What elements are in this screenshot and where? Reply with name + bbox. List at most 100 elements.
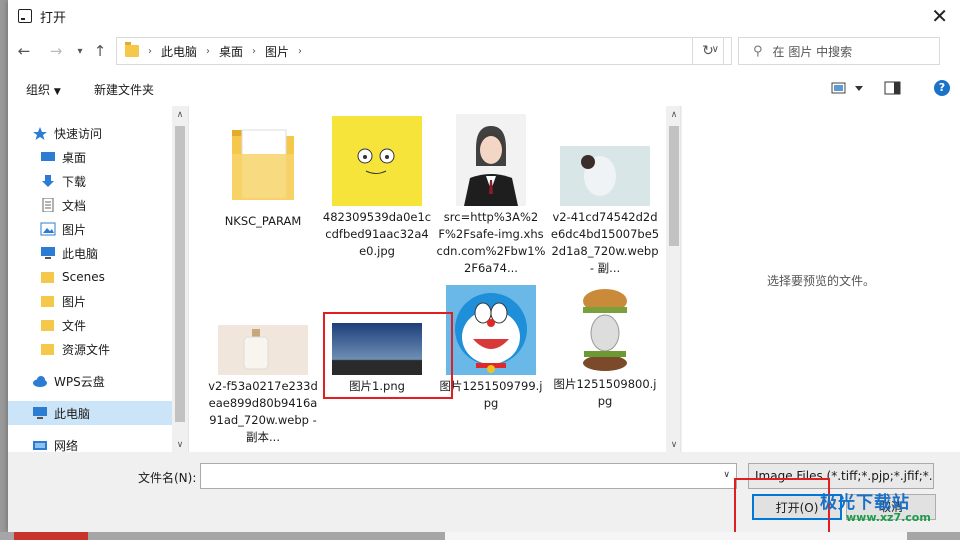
cloud-icon <box>32 374 48 388</box>
computer-icon <box>32 406 48 420</box>
sidebar-item-desktop[interactable]: 桌面 📌 <box>8 145 188 169</box>
photo-thumbnail <box>560 146 650 206</box>
file-list-scroll-thumb[interactable] <box>669 126 679 246</box>
sidebar-item-downloads[interactable]: 下载 📌 <box>8 169 188 193</box>
search-placeholder: 在 图片 中搜索 <box>772 44 853 59</box>
folder-icon <box>40 318 56 332</box>
folder-icon <box>40 342 56 356</box>
spongebob-thumbnail <box>332 116 422 206</box>
sidebar-item-this-pc-pinned[interactable]: 此电脑 📌 <box>8 241 188 265</box>
chevron-right-icon: › <box>298 45 303 57</box>
file-name: v2-41cd74542d2de6dc4bd15007be52d1a8_720w… <box>550 210 660 275</box>
sidebar-item-label: 网络 <box>54 438 79 453</box>
chevron-down-icon[interactable]: ∨ <box>723 470 730 480</box>
sidebar-item-scenes[interactable]: Scenes <box>8 265 188 289</box>
sidebar-item-network[interactable]: 网络 <box>8 433 188 453</box>
filename-input[interactable]: ∨ <box>200 463 737 489</box>
sidebar-item-label: 此电脑 <box>62 246 99 261</box>
sidebar-scroll-thumb[interactable] <box>175 126 185 422</box>
app-icon <box>18 9 32 23</box>
download-icon <box>40 174 56 188</box>
organize-button[interactable]: 组织 ▼ <box>26 81 61 98</box>
title-bar: 打开 ✕ <box>8 0 960 32</box>
back-arrow-icon[interactable]: ← <box>14 41 34 61</box>
chevron-down-icon: ▼ <box>53 87 61 97</box>
sidebar-item-label: 桌面 <box>62 150 87 165</box>
preview-pane-button[interactable] <box>884 80 902 99</box>
address-bar[interactable]: › 此电脑 › 桌面 › 图片 › ∨ <box>116 37 732 65</box>
file-name: 图片1251509800.jpg <box>553 377 657 408</box>
new-folder-button[interactable]: 新建文件夹 <box>94 81 154 98</box>
breadcrumb-pictures[interactable]: 图片 <box>265 43 289 60</box>
sidebar-item-label: 图片 <box>62 294 87 309</box>
command-bar: 组织 ▼ 新建文件夹 ? <box>8 76 960 102</box>
folder-icon <box>40 294 56 308</box>
sidebar-item-label: WPS云盘 <box>54 374 105 389</box>
breadcrumb-desktop[interactable]: 桌面 <box>219 43 243 60</box>
sidebar-item-wps-cloud[interactable]: WPS云盘 <box>8 369 188 393</box>
up-arrow-icon[interactable]: ↑ <box>90 41 110 61</box>
watermark-line2: www.xz7.com <box>846 511 931 524</box>
file-name: src=http%3A%2F%2Fsafe-img.xhscdn.com%2Fb… <box>436 210 546 275</box>
burger-cat-thumbnail <box>570 281 640 373</box>
sidebar-scrollbar[interactable]: ∧ ∨ <box>172 106 188 452</box>
sidebar-item-quick-access[interactable]: 快速访问 <box>8 121 188 145</box>
sidebar-item-documents[interactable]: 文档 📌 <box>8 193 188 217</box>
window-title: 打开 <box>40 10 67 26</box>
file-item-1251509800[interactable]: 图片1251509800.jpg <box>550 281 660 410</box>
recent-chevron-down-icon[interactable]: ▾ <box>70 41 90 61</box>
file-list: NKSC_PARAM 482309539da0e1ccdfbed91aac32a… <box>190 106 682 452</box>
file-item-xhscdn[interactable]: src=http%3A%2F%2Fsafe-img.xhscdn.com%2Fb… <box>436 114 546 277</box>
file-item-spongebob[interactable]: 482309539da0e1ccdfbed91aac32a4e0.jpg <box>322 114 432 260</box>
picture-icon <box>40 222 56 236</box>
preview-empty-text: 选择要预览的文件。 <box>766 274 875 288</box>
sidebar-item-pictures[interactable]: 图片 📌 <box>8 217 188 241</box>
sidebar-item-label: 快速访问 <box>54 126 103 141</box>
file-name: 482309539da0e1ccdfbed91aac32a4e0.jpg <box>322 210 432 258</box>
view-icon <box>831 82 863 94</box>
document-icon <box>40 197 56 213</box>
scroll-up-icon[interactable]: ∧ <box>172 110 188 120</box>
highlight-box-selected-file <box>323 312 453 399</box>
sidebar-item-pictures-folder[interactable]: 图片 <box>8 289 188 313</box>
file-name: NKSC_PARAM <box>224 214 302 228</box>
refresh-button[interactable]: ↻ <box>692 37 724 65</box>
sidebar-item-resources[interactable]: 资源文件 <box>8 337 188 361</box>
sidebar-item-label: 文件 <box>62 318 87 333</box>
search-box[interactable]: ⚲ 在 图片 中搜索 <box>738 37 940 65</box>
file-item-nksc-param[interactable]: NKSC_PARAM <box>208 114 318 230</box>
desktop-icon <box>40 150 56 164</box>
computer-icon <box>40 246 56 260</box>
file-item-v2-f53a[interactable]: v2-f53a0217e233deae899d80b9416a91ad_720w… <box>208 281 318 446</box>
folder-icon <box>125 42 139 57</box>
background-red-button <box>14 532 88 540</box>
refresh-icon: ↻ <box>702 43 714 59</box>
watermark-logo: 极光下载站 www.xz7.com <box>820 488 931 524</box>
forward-arrow-icon[interactable]: → <box>46 41 66 61</box>
help-icon[interactable]: ? <box>934 80 950 96</box>
sidebar-item-label: 资源文件 <box>62 342 111 357</box>
sidebar-item-this-pc[interactable]: 此电脑 <box>8 401 188 425</box>
navigation-pane: 快速访问 桌面 📌 下载 📌 文档 📌 图片 📌 此电脑 📌 <box>8 106 189 452</box>
folder-icon <box>40 270 56 284</box>
watermark-line1: 极光下载站 <box>820 493 910 513</box>
star-icon <box>32 126 48 140</box>
background-panel <box>445 532 907 540</box>
sidebar-item-label: 下载 <box>62 174 87 189</box>
sidebar-item-label: 图片 <box>62 222 87 237</box>
search-icon: ⚲ <box>753 43 763 59</box>
scroll-down-icon[interactable]: ∨ <box>172 440 188 450</box>
sidebar-item-files[interactable]: 文件 <box>8 313 188 337</box>
chevron-right-icon: › <box>148 45 152 57</box>
chevron-right-icon: › <box>252 45 257 57</box>
open-file-dialog: 打开 ✕ ← → ▾ ↑ › 此电脑 › 桌面 › 图片 › ∨ ↻ ⚲ 在 图… <box>8 0 960 536</box>
sidebar-item-label: 文档 <box>62 198 87 213</box>
breadcrumb-this-pc[interactable]: 此电脑 <box>161 43 197 60</box>
sidebar-item-label: Scenes <box>62 270 105 284</box>
preview-pane-icon <box>884 81 901 95</box>
file-item-v2-41cd[interactable]: v2-41cd74542d2de6dc4bd15007be52d1a8_720w… <box>550 114 660 277</box>
filename-label: 文件名(N): <box>138 471 197 485</box>
view-options-button[interactable] <box>831 80 865 99</box>
close-icon[interactable]: ✕ <box>931 6 948 26</box>
network-icon <box>32 438 48 452</box>
